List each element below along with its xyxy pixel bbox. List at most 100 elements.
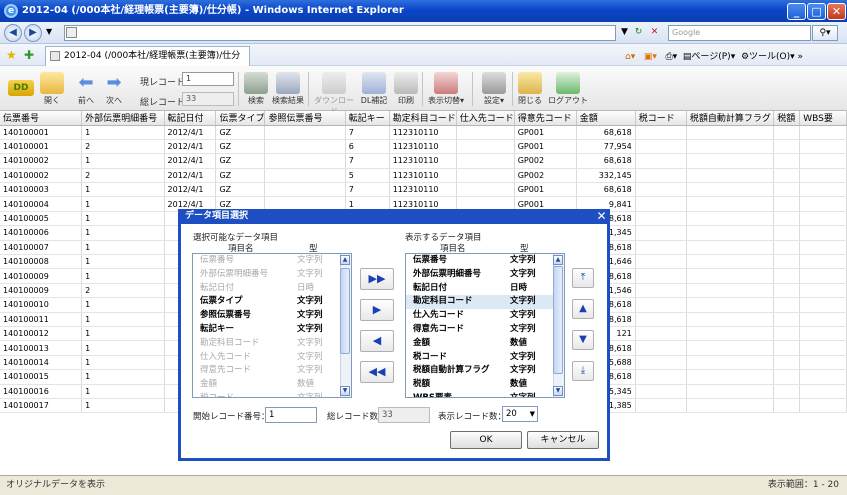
url-input[interactable] — [64, 25, 616, 41]
move-bottom-button[interactable]: ⤓ — [572, 361, 594, 381]
minimize-button[interactable]: _ — [787, 3, 806, 20]
list-item[interactable]: 税額 数値 — [406, 378, 564, 392]
list-item[interactable]: 仕入先コード 文字列 — [406, 309, 564, 323]
close-tool-button[interactable]: 閉じる — [510, 70, 550, 110]
download-button[interactable]: ダウンロード — [312, 70, 356, 116]
column-header[interactable]: 転記キー — [345, 111, 390, 126]
search-input[interactable]: Google — [668, 25, 811, 41]
list-item[interactable]: 得意先コード 文字列 — [193, 364, 351, 378]
close-window-button[interactable]: ✕ — [827, 3, 846, 20]
cancel-button[interactable]: キャンセル — [527, 431, 599, 449]
url-dropdown-icon[interactable]: ▼ — [618, 26, 631, 39]
search-button[interactable]: ⚲▾ — [812, 25, 838, 41]
column-header[interactable]: 得意先コード — [514, 111, 577, 126]
scroll-down-icon[interactable]: ▼ — [340, 386, 350, 396]
print-icon[interactable]: ⎙▾ — [665, 52, 677, 62]
scroll-down-icon[interactable]: ▼ — [553, 386, 563, 396]
list-item[interactable]: 伝票番号 文字列 — [406, 254, 564, 268]
list-item[interactable]: 金額 数値 — [193, 378, 351, 392]
list-item[interactable]: 伝票タイプ 文字列 — [193, 295, 351, 309]
move-down-button[interactable]: ▼ — [572, 330, 594, 350]
list-item[interactable]: 伝票番号 文字列 — [193, 254, 351, 268]
table-row[interactable]: 140100002 2 2012/4/1 GZ 5 112310110 GP002 332,1… — [0, 168, 847, 184]
column-header[interactable]: 金額 — [576, 111, 636, 126]
table-row[interactable]: 140100003 1 2012/4/1 GZ 7 112310110 GP001 68,61… — [0, 182, 847, 198]
next-button[interactable]: ➡ 次へ — [94, 70, 134, 110]
scroll-up-icon[interactable]: ▲ — [340, 255, 350, 265]
list-item[interactable]: 参照伝票番号 文字列 — [193, 309, 351, 323]
table-cell: 140100008 — [0, 254, 83, 270]
home-icon[interactable]: ⌂▾ — [625, 52, 635, 62]
settings-button[interactable]: 設定▾ — [474, 70, 514, 110]
table-cell — [799, 125, 847, 140]
item-name: 仕入先コード — [413, 310, 465, 321]
scroll-thumb[interactable] — [340, 268, 350, 354]
column-header[interactable]: WBS要 — [799, 111, 847, 126]
logout-button[interactable]: ログアウト — [546, 70, 590, 110]
column-header[interactable]: 税額自動計算フラグ — [686, 111, 775, 126]
ok-button[interactable]: OK — [450, 431, 522, 449]
table-cell: 140100003 — [0, 182, 83, 198]
add-favorites-icon[interactable]: ✚ — [24, 48, 34, 62]
favorites-star-icon[interactable]: ★ — [6, 48, 17, 62]
item-type: 文字列 — [297, 296, 323, 307]
table-row[interactable]: 140100001 2 2012/4/1 GZ 6 112310110 GP001 77,95… — [0, 139, 847, 155]
column-header[interactable]: 伝票タイプ — [215, 111, 266, 126]
column-header[interactable]: 参照伝票番号 — [264, 111, 346, 126]
list-item[interactable]: 外部伝票明細番号 文字列 — [406, 268, 564, 282]
table-row[interactable]: 140100002 1 2012/4/1 GZ 7 112310110 GP002 68,61… — [0, 153, 847, 169]
page-menu[interactable]: ページ(P) — [691, 52, 730, 62]
column-header[interactable]: 外部伝票明細番号 — [81, 111, 165, 126]
list-item[interactable]: 勘定科目コード 文字列 — [193, 337, 351, 351]
refresh-icon[interactable]: ↻ — [632, 26, 645, 39]
column-header[interactable]: 勘定科目コード — [389, 111, 457, 126]
table-cell — [773, 182, 801, 198]
scroll-thumb[interactable] — [553, 266, 563, 374]
maximize-button[interactable]: □ — [807, 3, 826, 20]
table-cell: 112310110 — [389, 168, 457, 184]
list-item[interactable]: 勘定科目コード 文字列 — [406, 295, 564, 310]
browser-tab[interactable]: 2012-04 (/000本社/経理帳票(主要簿)/仕分帳) — [45, 46, 250, 80]
move-all-left-button[interactable]: ◀◀ — [360, 361, 394, 383]
move-all-right-button[interactable]: ▶▶ — [360, 268, 394, 290]
scroll-up-icon[interactable]: ▲ — [553, 255, 563, 265]
stop-icon[interactable]: ✕ — [648, 26, 661, 39]
display-count-select[interactable]: 20 ▼ — [502, 406, 538, 422]
list-item[interactable]: 転記日付 日時 — [406, 282, 564, 296]
table-cell — [686, 340, 775, 356]
list-item[interactable]: 得意先コード 文字列 — [406, 323, 564, 337]
column-header[interactable]: 伝票番号 — [0, 111, 83, 126]
move-top-button[interactable]: ⤒ — [572, 268, 594, 288]
feeds-icon[interactable]: ▣▾ — [644, 52, 657, 62]
display-switch-button[interactable]: 表示切替▾ — [424, 70, 468, 110]
print-button[interactable]: 印刷 — [386, 70, 426, 110]
search-results-button[interactable]: 検索結果 — [268, 70, 308, 110]
table-cell — [264, 168, 346, 184]
current-record-input[interactable]: 1 — [182, 72, 234, 86]
back-button[interactable]: ◀ — [4, 24, 22, 42]
move-right-button[interactable]: ▶ — [360, 299, 394, 321]
table-row[interactable]: 140100001 1 2012/4/1 GZ 7 112310110 GP001 68,61… — [0, 125, 847, 140]
list-item[interactable]: 仕入先コード 文字列 — [193, 351, 351, 365]
list-item[interactable]: 税コード 文字列 — [193, 392, 351, 397]
list-item[interactable]: 税コード 文字列 — [406, 351, 564, 365]
available-items-list[interactable]: 伝票番号 文字列 外部伝票明細番号 文字列 転記日付 日時 伝票タイプ 文字列 参照伝票番号 文字… — [192, 253, 352, 398]
list-item[interactable]: 金額 数値 — [406, 337, 564, 351]
displayed-items-list[interactable]: 伝票番号 文字列 外部伝票明細番号 文字列 転記日付 日時 勘定科目コード 文字列 仕入先コード… — [405, 253, 565, 398]
dialog-close-icon[interactable]: ✕ — [596, 210, 607, 222]
list-item[interactable]: WBS要素 文字列 — [406, 392, 564, 397]
start-record-input[interactable]: 1 — [265, 407, 317, 423]
move-up-button[interactable]: ▲ — [572, 299, 594, 319]
list-item[interactable]: 転記日付 日時 — [193, 282, 351, 296]
list-item[interactable]: 転記キー 文字列 — [193, 323, 351, 337]
column-header[interactable]: 仕入先コード — [456, 111, 515, 126]
forward-button[interactable]: ▶ — [24, 24, 42, 42]
column-header[interactable]: 転記日付 — [164, 111, 217, 126]
column-header[interactable]: 税額 — [773, 111, 801, 126]
column-header[interactable]: 税コード — [635, 111, 687, 126]
history-dropdown-icon[interactable]: ▼ — [46, 27, 52, 36]
list-item[interactable]: 税額自動計算フラグ 文字列 — [406, 364, 564, 378]
move-left-button[interactable]: ◀ — [360, 330, 394, 352]
list-item[interactable]: 外部伝票明細番号 文字列 — [193, 268, 351, 282]
tools-menu[interactable]: ツール(O) — [749, 52, 790, 62]
